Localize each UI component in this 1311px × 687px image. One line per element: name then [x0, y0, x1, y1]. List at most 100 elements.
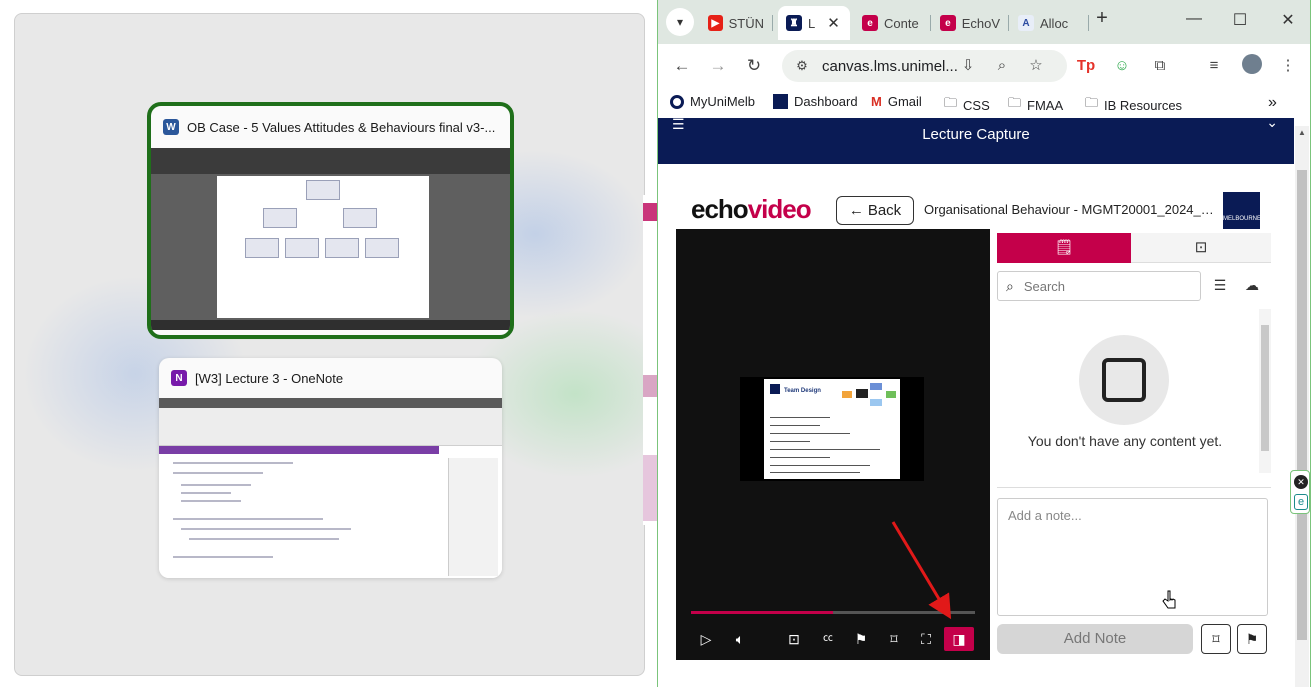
- note-text-line: [173, 556, 273, 558]
- tab-allocate[interactable]: A Alloc: [1010, 6, 1089, 40]
- snap-window-onenote-header: N [W3] Lecture 3 - OneNote: [159, 358, 502, 398]
- bookmark-label: Gmail: [887, 94, 922, 109]
- extensions-puzzle-icon[interactable]: ⧉: [1148, 54, 1172, 78]
- tab-transcript[interactable]: ⊡: [1131, 233, 1271, 263]
- onenote-titlebar-thumbnail: [159, 398, 502, 408]
- bookmark-button[interactable]: ⌑: [882, 627, 906, 651]
- add-note-button[interactable]: Add Note: [997, 624, 1193, 654]
- tab-label: EchoV: [961, 15, 1000, 31]
- closed-captions-button[interactable]: ㏄: [816, 627, 840, 651]
- maximize-button[interactable]: ☐: [1226, 10, 1254, 30]
- filter-icon[interactable]: ☰: [1210, 277, 1230, 294]
- snap-window-word-header: W OB Case - 5 Values Attitudes & Behavio…: [151, 106, 510, 148]
- site-info-icon[interactable]: ⚙: [790, 58, 814, 74]
- video-player[interactable]: Team Design ▷ 🔈︎ ⊡ ㏄ ⚑ ⌑ ⛶ ◨: [676, 229, 990, 660]
- close-icon[interactable]: ✕: [1294, 475, 1308, 489]
- install-app-icon[interactable]: ⇩: [956, 54, 980, 78]
- snap-window-onenote[interactable]: N [W3] Lecture 3 - OneNote: [159, 358, 502, 578]
- notes-list-scroll-thumb[interactable]: [1261, 325, 1269, 451]
- youtube-icon: ▶: [708, 15, 723, 31]
- fullscreen-button[interactable]: ⛶: [914, 627, 938, 651]
- tab-separator: [772, 15, 773, 31]
- back-button[interactable]: ← Back: [836, 196, 914, 225]
- reload-button[interactable]: ↻: [742, 54, 766, 78]
- close-window-button[interactable]: ✕: [1274, 10, 1302, 30]
- note-text-line: [173, 462, 293, 464]
- bookmark-star-icon[interactable]: ☆: [1024, 54, 1048, 78]
- tab-echo-content[interactable]: e Conte: [854, 6, 931, 40]
- forward-nav-button[interactable]: →: [706, 54, 730, 78]
- course-title: Organisational Behaviour - MGMT20001_202…: [924, 202, 1216, 217]
- tab-strip: ▾ ▶ STÜN ♜ L ✕ e Conte e EchoV A Alloc +…: [658, 0, 1310, 44]
- empty-notes-message: You don't have any content yet.: [1027, 433, 1223, 449]
- tab-echovideo[interactable]: e EchoV: [932, 6, 1009, 40]
- bookmark-myunimelb[interactable]: MyUniMelb: [670, 94, 755, 109]
- profile-avatar[interactable]: [1240, 54, 1264, 78]
- slide-diagram-box: [870, 399, 882, 406]
- back-nav-button[interactable]: ←: [670, 54, 694, 78]
- peek-block: [643, 203, 657, 221]
- onenote-pages-pane-thumbnail: [448, 458, 498, 576]
- onenote-window-thumbnail: [159, 398, 502, 578]
- minimize-button[interactable]: —: [1180, 10, 1208, 28]
- more-bookmarks-button[interactable]: »: [1268, 94, 1277, 112]
- tab-label: STÜN: [728, 15, 764, 31]
- bookmark-gmail[interactable]: M Gmail: [871, 94, 922, 109]
- new-tab-button[interactable]: +: [1088, 7, 1116, 30]
- play-button[interactable]: ▷: [694, 627, 718, 651]
- bookmark-folder-fmaa[interactable]: 🗀 FMAA: [1008, 94, 1063, 116]
- word-ribbon-thumbnail: [151, 148, 510, 174]
- add-flag-button[interactable]: ⚑: [1237, 624, 1267, 654]
- mouse-cursor: [1162, 590, 1178, 615]
- add-bookmark-button[interactable]: ⌑: [1201, 624, 1231, 654]
- notes-panel: 🗒︎ ⊡ ⌕ Search ☰ ☁ You don't have any con…: [996, 229, 1272, 660]
- org-chart-node: [245, 238, 279, 258]
- chevron-down-icon: ▾: [676, 15, 684, 29]
- sidebar-toggle-button[interactable]: ◨: [944, 627, 974, 651]
- tab-notes[interactable]: 🗒︎: [997, 233, 1131, 263]
- flag-button[interactable]: ⚑: [849, 627, 873, 651]
- bookmark-folder-ib-resources[interactable]: 🗀 IB Resources: [1085, 94, 1182, 116]
- notes-list-scrollbar[interactable]: [1259, 309, 1271, 473]
- org-chart-node: [343, 208, 377, 228]
- more-menu-icon[interactable]: ⋮: [1276, 54, 1300, 78]
- tab-youtube[interactable]: ▶ STÜN: [700, 6, 773, 40]
- page-scrollbar[interactable]: ▲: [1295, 126, 1309, 687]
- floating-extension-widget[interactable]: ✕ e: [1290, 470, 1310, 514]
- logo-text: echo: [691, 194, 749, 224]
- cloud-download-icon[interactable]: ☁: [1242, 277, 1262, 294]
- word-statusbar-thumbnail: [151, 320, 510, 330]
- bookmark-label: MyUniMelb: [690, 94, 756, 109]
- transcript-button[interactable]: ⊡: [782, 627, 806, 651]
- slide-diagram-box: [842, 391, 852, 398]
- browser-window: ▾ ▶ STÜN ♜ L ✕ e Conte e EchoV A Alloc +…: [657, 0, 1311, 687]
- note-text-line: [181, 484, 251, 486]
- notes-list: You don't have any content yet.: [997, 309, 1271, 473]
- org-chart-node: [306, 180, 340, 200]
- bookmark-label: IB Resources: [1104, 97, 1183, 113]
- search-placeholder: Search: [1023, 278, 1066, 294]
- echo-icon[interactable]: e: [1294, 494, 1308, 510]
- tab-search-button[interactable]: ▾: [666, 8, 694, 36]
- slide-diagram-box: [856, 389, 868, 398]
- bookmark-dashboard[interactable]: Dashboard: [773, 94, 858, 109]
- snap-window-word[interactable]: W OB Case - 5 Values Attitudes & Behavio…: [147, 102, 514, 339]
- bookmark-folder-css[interactable]: 🗀 CSS: [944, 94, 990, 116]
- transcript-icon: ⊡: [1194, 239, 1208, 256]
- zoom-icon[interactable]: ⌕: [990, 54, 1014, 78]
- chevron-down-icon[interactable]: ⌄: [1266, 118, 1278, 131]
- page-scroll-thumb[interactable]: [1297, 170, 1307, 640]
- tab-lecture-capture[interactable]: ♜ L ✕: [778, 6, 850, 40]
- extension-tp-icon[interactable]: Tp: [1074, 54, 1098, 78]
- media-controls-icon[interactable]: ≡: [1202, 54, 1226, 78]
- volume-button[interactable]: 🔈︎: [728, 627, 752, 651]
- slide-diagram-box: [886, 391, 896, 398]
- notes-search-input[interactable]: ⌕ Search: [997, 271, 1201, 301]
- close-icon[interactable]: ✕: [827, 14, 840, 32]
- note-text-line: [181, 528, 351, 530]
- add-note-textarea[interactable]: Add a note...: [997, 498, 1268, 616]
- browser-toolbar: ← → ↻ ⚙ canvas.lms.unimel... ⇩ ⌕ ☆ Tp ☺ …: [658, 44, 1310, 88]
- onenote-section-tabs-thumbnail: [159, 446, 439, 454]
- scroll-up-icon[interactable]: ▲: [1298, 128, 1306, 137]
- extension-green-icon[interactable]: ☺: [1110, 54, 1134, 78]
